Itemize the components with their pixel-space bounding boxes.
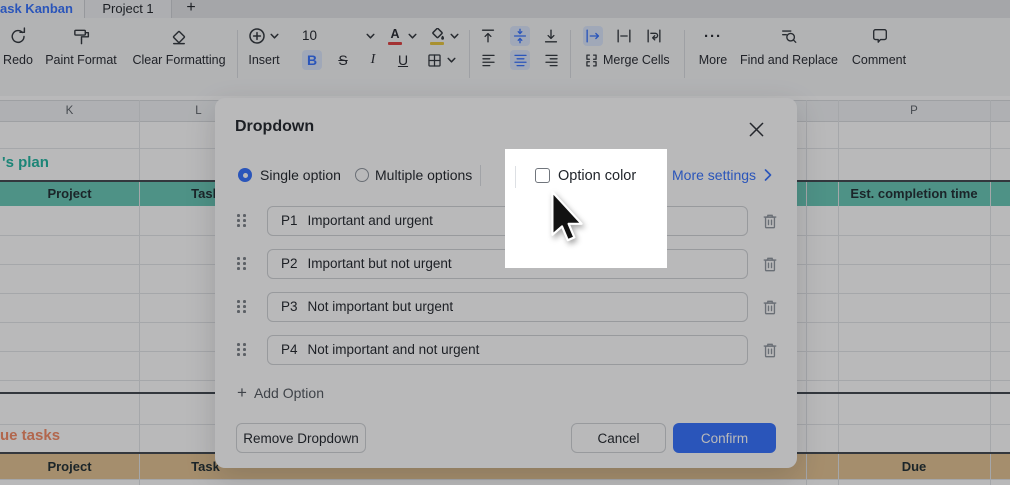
app-window: ask Kanban Project 1 + Redo Paint Format… [0, 0, 1010, 485]
option-color-label[interactable]: Option color [558, 166, 636, 186]
dialog-divider [515, 166, 516, 188]
tutorial-spotlight: Option color [505, 149, 667, 268]
option-color-checkbox[interactable] [535, 168, 550, 183]
mouse-cursor-icon [550, 190, 584, 244]
